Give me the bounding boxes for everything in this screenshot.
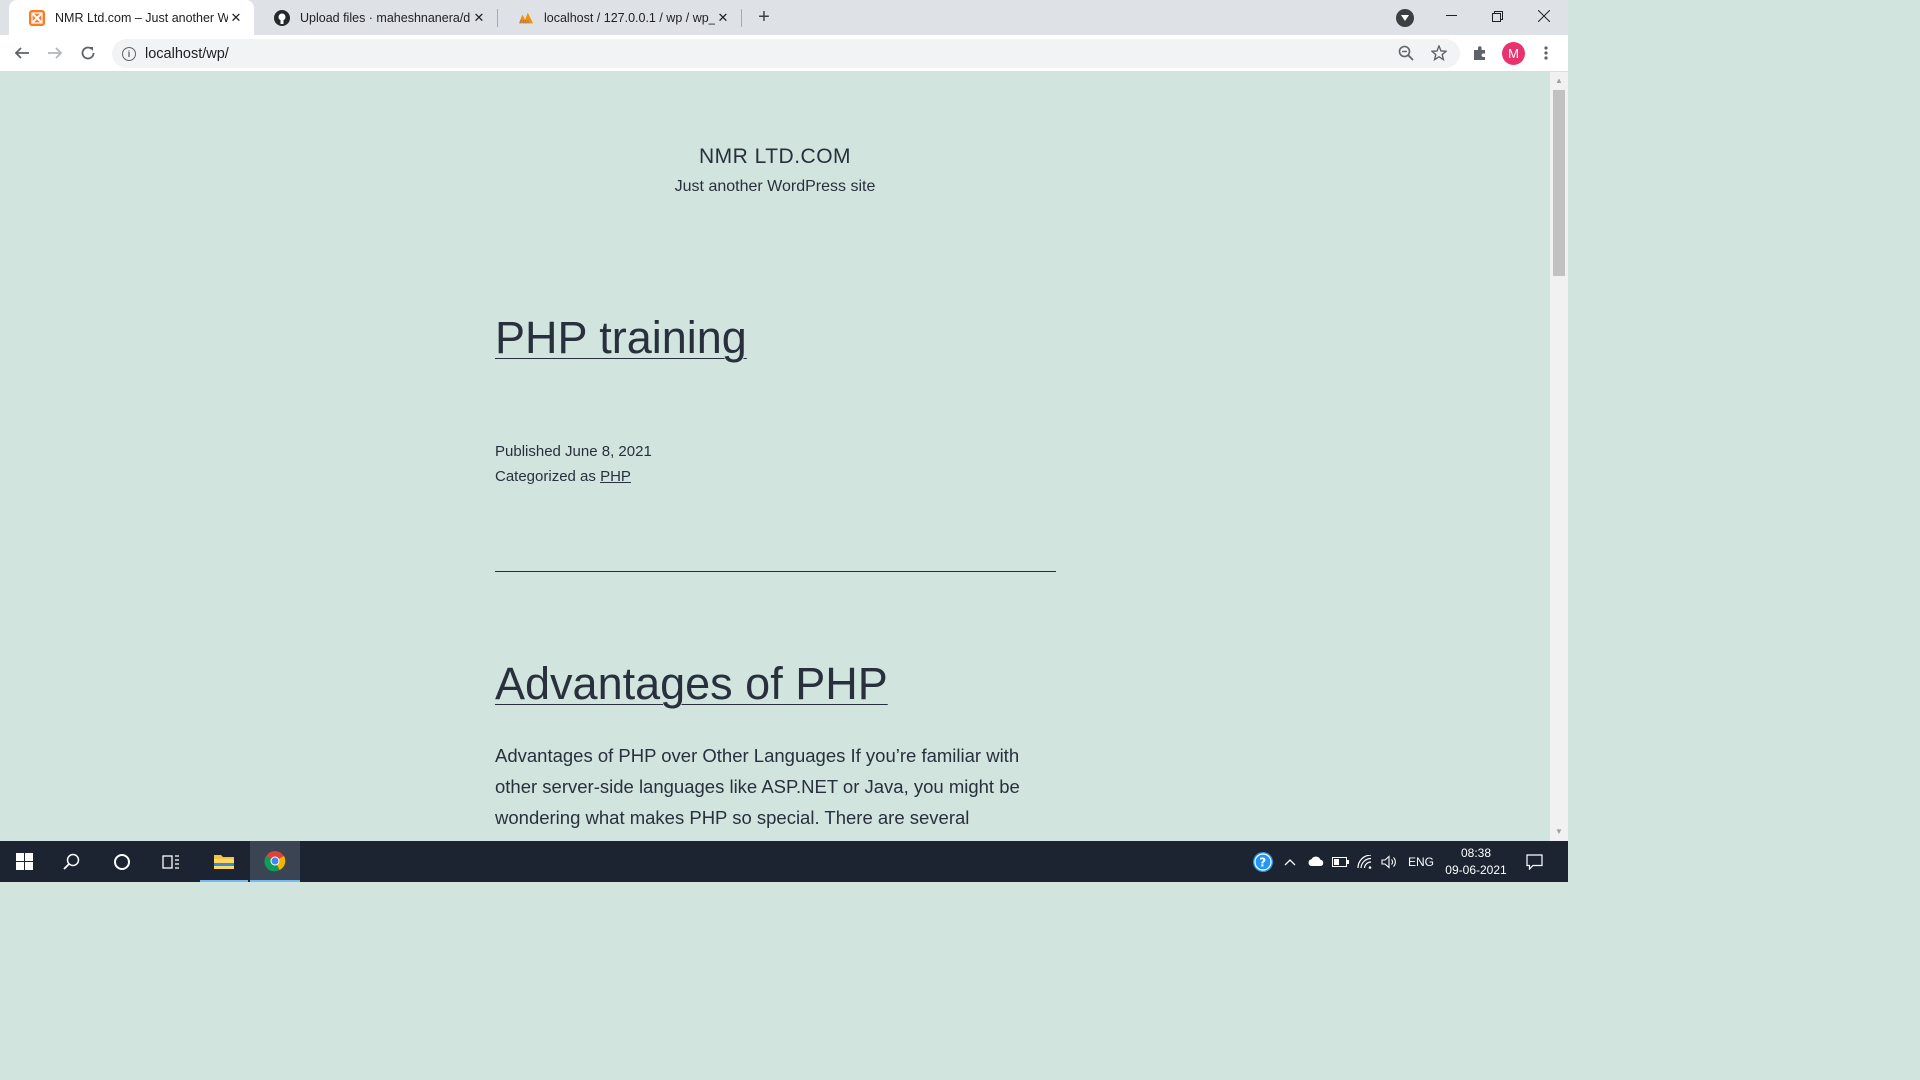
taskbar-clock[interactable]: 08:38 09-06-2021: [1440, 845, 1512, 879]
input-language-indicator[interactable]: ENG: [1408, 841, 1434, 882]
minimize-button[interactable]: [1428, 0, 1474, 32]
post-title-link[interactable]: PHP training: [495, 312, 747, 364]
show-hidden-icons-chevron-up-icon[interactable]: [1284, 841, 1296, 882]
tab-phpmyadmin[interactable]: PMA localhost / 127.0.0.1 / wp / wp_p ✕: [498, 0, 741, 35]
post-category-line: Categorized as PHP: [495, 468, 631, 485]
clock-date: 09-06-2021: [1445, 863, 1507, 877]
site-title[interactable]: NMR LTD.COM: [0, 145, 1550, 169]
task-view-button[interactable]: [147, 841, 195, 882]
xampp-icon: [29, 9, 45, 26]
volume-icon[interactable]: [1381, 841, 1397, 882]
arrow-right-icon: [48, 47, 63, 59]
start-button[interactable]: [0, 841, 48, 882]
search-icon: [63, 853, 80, 870]
clock-time: 08:38: [1460, 846, 1492, 860]
category-prefix: Categorized as: [495, 468, 596, 485]
file-explorer-taskbar-button[interactable]: [200, 841, 248, 882]
post-published-date: Published June 8, 2021: [495, 443, 652, 460]
svg-text:?: ?: [1259, 855, 1266, 869]
chrome-icon: [264, 850, 286, 871]
forward-button[interactable]: [41, 39, 69, 67]
battery-icon[interactable]: [1332, 841, 1350, 882]
back-button[interactable]: [8, 39, 36, 67]
reload-icon: [81, 46, 95, 60]
folder-icon: [214, 854, 234, 869]
windows-logo-icon: [15, 853, 33, 870]
windows-taskbar: ? ENG 08:38 09-06-2021: [0, 841, 1568, 882]
scroll-up-arrow-icon[interactable]: ▲: [1554, 76, 1564, 86]
close-tab-icon[interactable]: ✕: [715, 10, 731, 26]
action-center-notification-icon[interactable]: [1526, 841, 1543, 882]
url-text[interactable]: localhost/wp/: [145, 46, 229, 62]
tab-nmr-ltd[interactable]: NMR Ltd.com – Just another Wor ✕: [9, 0, 254, 35]
phpmyadmin-icon: PMA: [518, 10, 534, 26]
close-tab-icon[interactable]: ✕: [471, 10, 487, 26]
profile-initial: M: [1508, 46, 1519, 61]
close-window-button[interactable]: [1521, 0, 1567, 32]
page-viewport: NMR LTD.COM Just another WordPress site …: [0, 72, 1550, 841]
zoom-icon[interactable]: [1395, 42, 1417, 64]
cortana-button[interactable]: [98, 841, 146, 882]
tab-title: localhost / 127.0.0.1 / wp / wp_p: [544, 10, 715, 25]
restore-button[interactable]: [1474, 0, 1520, 32]
close-tab-icon[interactable]: ✕: [228, 10, 244, 26]
info-icon[interactable]: i: [122, 46, 136, 61]
tab-separator: [741, 9, 742, 27]
scroll-thumb[interactable]: [1553, 90, 1565, 276]
cortana-circle-icon: [114, 853, 130, 870]
search-button[interactable]: [48, 841, 96, 882]
tab-search-button[interactable]: [1396, 9, 1414, 27]
post-divider: [495, 571, 1056, 572]
profile-avatar[interactable]: M: [1502, 42, 1525, 65]
task-view-icon: [162, 854, 179, 869]
category-link[interactable]: PHP: [600, 468, 631, 485]
site-description: Just another WordPress site: [674, 178, 876, 195]
bookmark-star-icon[interactable]: [1428, 42, 1450, 64]
github-icon: [274, 9, 290, 26]
svg-text:PMA: PMA: [520, 19, 530, 25]
address-bar[interactable]: i localhost/wp/: [112, 39, 1460, 68]
tab-title: Upload files · maheshnanera/d11: [300, 10, 471, 25]
arrow-left-icon: [14, 47, 29, 59]
extensions-puzzle-icon[interactable]: [1469, 42, 1491, 64]
chevron-down-icon: [1401, 15, 1409, 21]
new-tab-button[interactable]: +: [752, 5, 776, 29]
tab-upload-files[interactable]: Upload files · maheshnanera/d11 ✕: [254, 0, 497, 35]
browser-tab-strip: NMR Ltd.com – Just another Wor ✕ Upload …: [0, 0, 1568, 35]
tab-title: NMR Ltd.com – Just another Wor: [55, 10, 228, 25]
reload-button[interactable]: [74, 39, 102, 67]
chrome-taskbar-button[interactable]: [250, 841, 300, 882]
post-title-link[interactable]: Advantages of PHP: [495, 658, 888, 710]
kebab-menu-icon[interactable]: [1535, 42, 1557, 64]
onedrive-cloud-icon[interactable]: [1307, 841, 1325, 882]
browser-toolbar: i localhost/wp/ M: [0, 35, 1568, 72]
wifi-icon[interactable]: [1357, 841, 1373, 882]
page-scrollbar[interactable]: ▲ ▼: [1550, 72, 1568, 841]
scroll-down-arrow-icon[interactable]: ▼: [1554, 827, 1564, 837]
post-excerpt: Advantages of PHP over Other Languages I…: [495, 745, 1020, 841]
help-icon[interactable]: ?: [1252, 841, 1274, 882]
